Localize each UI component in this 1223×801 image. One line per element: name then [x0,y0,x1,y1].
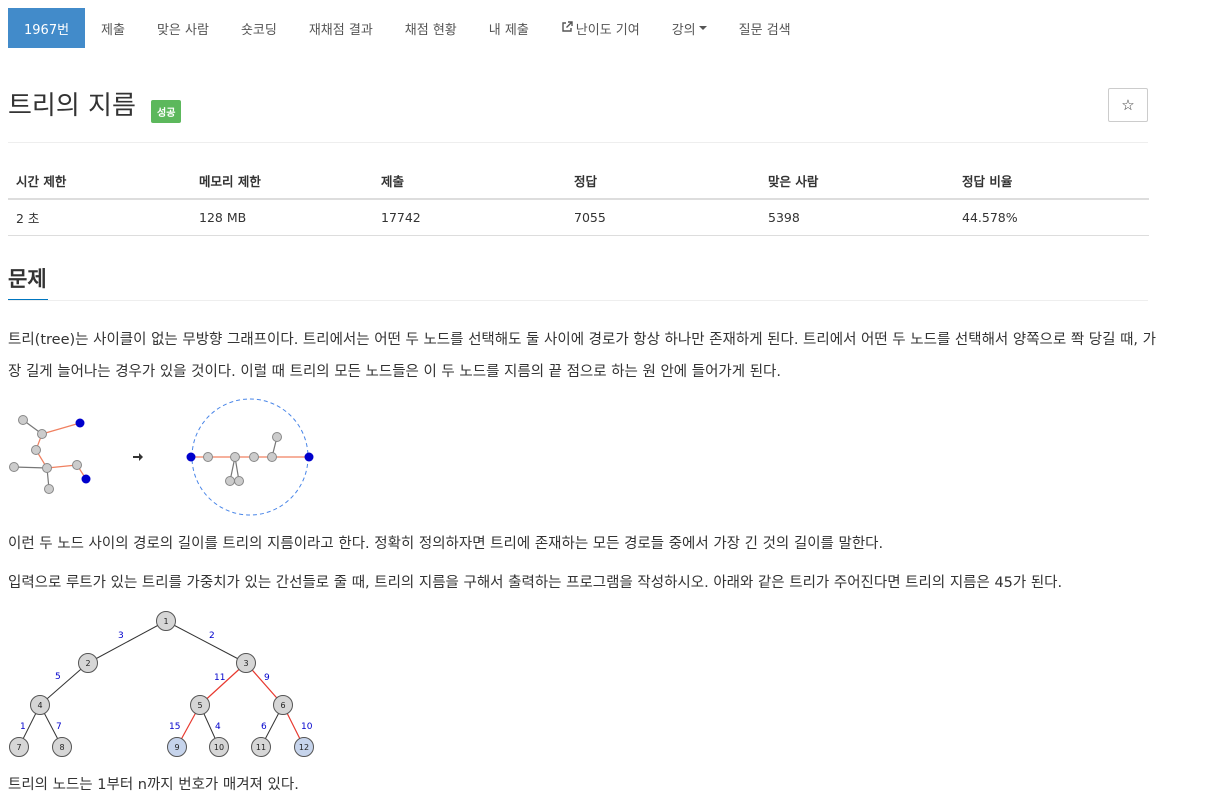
tree-before [9,415,91,494]
weight-5-10: 4 [215,722,221,732]
section-title: 문제 [8,267,47,291]
problem-paragraph-3: 입력으로 루트가 있는 트리를 가중치가 있는 간선들로 줄 때, 트리의 지름… [8,575,1063,591]
problem-nav: 1967번 제출 맞은 사람 숏코딩 재채점 결과 채점 현황 내 제출 난이도… [8,8,807,48]
problem-info-table: 시간 제한 메모리 제한 제출 정답 맞은 사람 정답 비율 2 초 128 M… [8,163,1149,236]
weight-6-11: 6 [261,722,267,732]
nav-short-coding[interactable]: 숏코딩 [225,8,293,48]
node-label-9: 9 [174,743,179,752]
node-label-2: 2 [85,659,90,668]
weight-5-9: 15 [169,722,180,732]
problem-paragraph-2: 이런 두 노드 사이의 경로의 길이를 트리의 지름이라고 한다. 정확히 정의… [8,536,884,552]
node-label-3: 3 [243,659,248,668]
problem-paragraph-1: 트리(tree)는 사이클이 없는 무방향 그래프이다. 트리에서는 어떤 두 … [8,332,1156,380]
nav-difficulty-contribution[interactable]: 난이도 기여 [545,8,656,48]
node-label-8: 8 [59,743,64,752]
node-label-6: 6 [280,701,285,710]
node-label-10: 10 [214,743,224,752]
problem-paragraph-4: 트리의 노드는 1부터 n까지 번호가 매겨져 있다. [8,777,299,793]
nav-solved-users[interactable]: 맞은 사람 [141,8,225,48]
nav-difficulty-label: 난이도 기여 [575,22,640,38]
nav-my-submissions[interactable]: 내 제출 [473,8,545,48]
weight-4-8: 7 [56,722,62,732]
cell-time-limit: 2 초 [8,199,191,236]
weight-1-3: 2 [209,631,215,641]
page-title: 트리의 지름 [8,91,136,121]
cell-memory-limit: 128 MB [191,199,373,236]
cell-accept-ratio: 44.578% [954,199,1149,236]
title-divider [8,142,1148,143]
section-divider [8,300,1148,301]
node-label-5: 5 [197,701,202,710]
header-solved-users: 맞은 사람 [760,163,954,200]
edge-weights: 3 2 5 11 9 1 7 15 4 6 10 [20,631,313,732]
nav-problem-number[interactable]: 1967번 [8,8,86,48]
weighted-tree-figure: 3 2 5 11 9 1 7 15 4 6 10 1 2 3 4 5 6 7 8… [9,611,314,757]
caret-down-icon [698,26,707,30]
diameter-illustration [9,398,314,516]
cell-accepted: 7055 [566,199,760,236]
favorite-star-button[interactable]: ☆ [1108,88,1148,122]
weight-2-4: 5 [55,672,61,682]
tree-stretched [186,398,314,516]
star-icon: ☆ [1121,96,1135,114]
header-accept-ratio: 정답 비율 [954,163,1149,200]
weight-6-12: 10 [301,722,313,732]
arrow-right-icon [133,453,143,461]
nav-submit[interactable]: 제출 [85,8,141,48]
table-row: 2 초 128 MB 17742 7055 5398 44.578% [8,199,1149,236]
node-label-7: 7 [16,743,21,752]
weight-3-6: 9 [264,673,270,683]
header-submissions: 제출 [373,163,566,200]
node-label-4: 4 [37,701,42,710]
header-memory-limit: 메모리 제한 [191,163,373,200]
node-label-1: 1 [163,617,168,626]
weight-1-2: 3 [118,631,124,641]
table-header-row: 시간 제한 메모리 제한 제출 정답 맞은 사람 정답 비율 [8,163,1149,200]
weight-3-5: 11 [214,673,225,683]
nav-rejudge-result[interactable]: 재채점 결과 [293,8,389,48]
node-label-11: 11 [256,743,266,752]
nav-lectures-dropdown[interactable]: 강의 [656,8,723,48]
cell-solved-users: 5398 [760,199,954,236]
header-accepted: 정답 [566,163,760,200]
node-label-12: 12 [299,743,309,752]
weight-4-7: 1 [20,722,26,732]
header-time-limit: 시간 제한 [8,163,191,200]
status-badge: 성공 [151,100,182,123]
title-row: 트리의 지름 성공 ☆ [8,86,1148,126]
nav-lectures-label: 강의 [671,22,696,38]
cell-submissions: 17742 [373,199,566,236]
nav-judge-status[interactable]: 채점 현황 [389,8,473,48]
nav-question-search[interactable]: 질문 검색 [723,8,807,48]
external-link-icon [561,20,573,36]
